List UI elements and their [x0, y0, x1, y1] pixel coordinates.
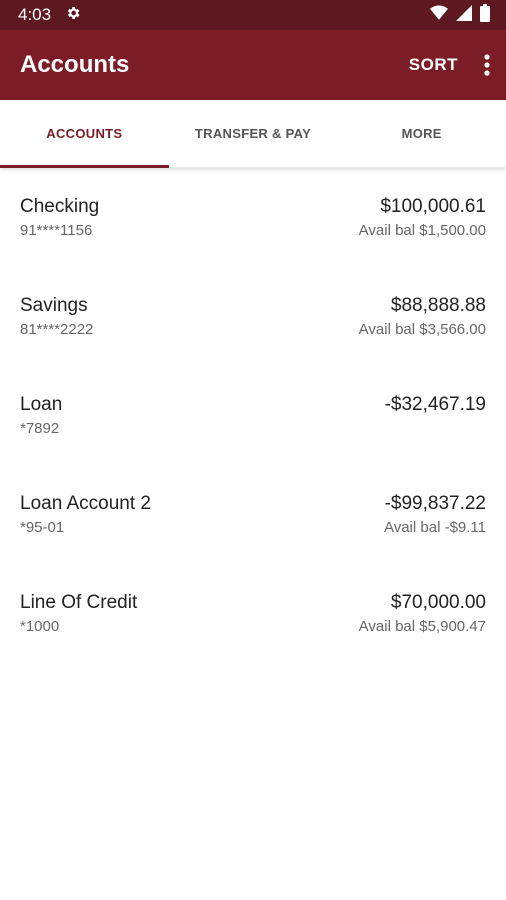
status-left: 4:03	[18, 5, 81, 26]
account-row-line-of-credit[interactable]: Line Of Credit *1000 $70,000.00 Avail ba…	[0, 590, 506, 689]
app-bar: Accounts SORT	[0, 30, 506, 100]
account-number: 81****2222	[20, 321, 94, 338]
tab-accounts[interactable]: ACCOUNTS	[0, 100, 169, 168]
account-available-balance: Avail bal $1,500.00	[358, 222, 486, 239]
account-name: Savings	[20, 295, 88, 316]
signal-icon	[456, 4, 472, 26]
account-balance: $88,888.88	[390, 295, 486, 316]
wifi-icon	[430, 5, 448, 26]
account-balance: -$32,467.19	[384, 394, 486, 415]
tab-more[interactable]: MORE	[337, 100, 506, 167]
account-available-balance: Avail bal $5,900.47	[358, 618, 486, 635]
account-row-loan[interactable]: Loan *7892 -$32,467.19	[0, 392, 506, 491]
settings-icon	[65, 5, 81, 26]
account-available-balance: Avail bal -$9.11	[383, 519, 486, 536]
tab-bar: ACCOUNTS TRANSFER & PAY MORE	[0, 100, 506, 168]
account-balance: -$99,837.22	[384, 493, 486, 514]
account-name: Loan Account 2	[20, 493, 151, 514]
tab-transfer-pay[interactable]: TRANSFER & PAY	[169, 100, 338, 167]
battery-icon	[480, 3, 490, 27]
page-title: Accounts	[20, 51, 130, 78]
account-balance: $70,000.00	[390, 592, 486, 613]
account-row-loan-account-2[interactable]: Loan Account 2 *95-01 -$99,837.22 Avail …	[0, 491, 506, 590]
account-name: Loan	[20, 394, 63, 415]
account-balance: $100,000.61	[380, 196, 486, 217]
account-number: *95-01	[20, 519, 65, 536]
account-available-balance: Avail bal $3,566.00	[358, 321, 486, 338]
account-number: 91****1156	[20, 222, 93, 239]
account-name: Line Of Credit	[20, 592, 138, 613]
account-number: *7892	[20, 420, 60, 437]
account-name: Checking	[20, 196, 100, 217]
more-vert-icon[interactable]	[484, 54, 490, 76]
account-list: Checking 91****1156 $100,000.61 Avail ba…	[0, 168, 506, 689]
account-row-savings[interactable]: Savings 81****2222 $88,888.88 Avail bal …	[0, 293, 506, 392]
status-bar: 4:03	[0, 0, 506, 30]
sort-button[interactable]: SORT	[409, 55, 458, 75]
status-time: 4:03	[18, 5, 52, 24]
account-number: *1000	[20, 618, 60, 635]
app-actions: SORT	[409, 54, 490, 76]
account-row-checking[interactable]: Checking 91****1156 $100,000.61 Avail ba…	[0, 194, 506, 293]
status-right	[430, 3, 490, 27]
